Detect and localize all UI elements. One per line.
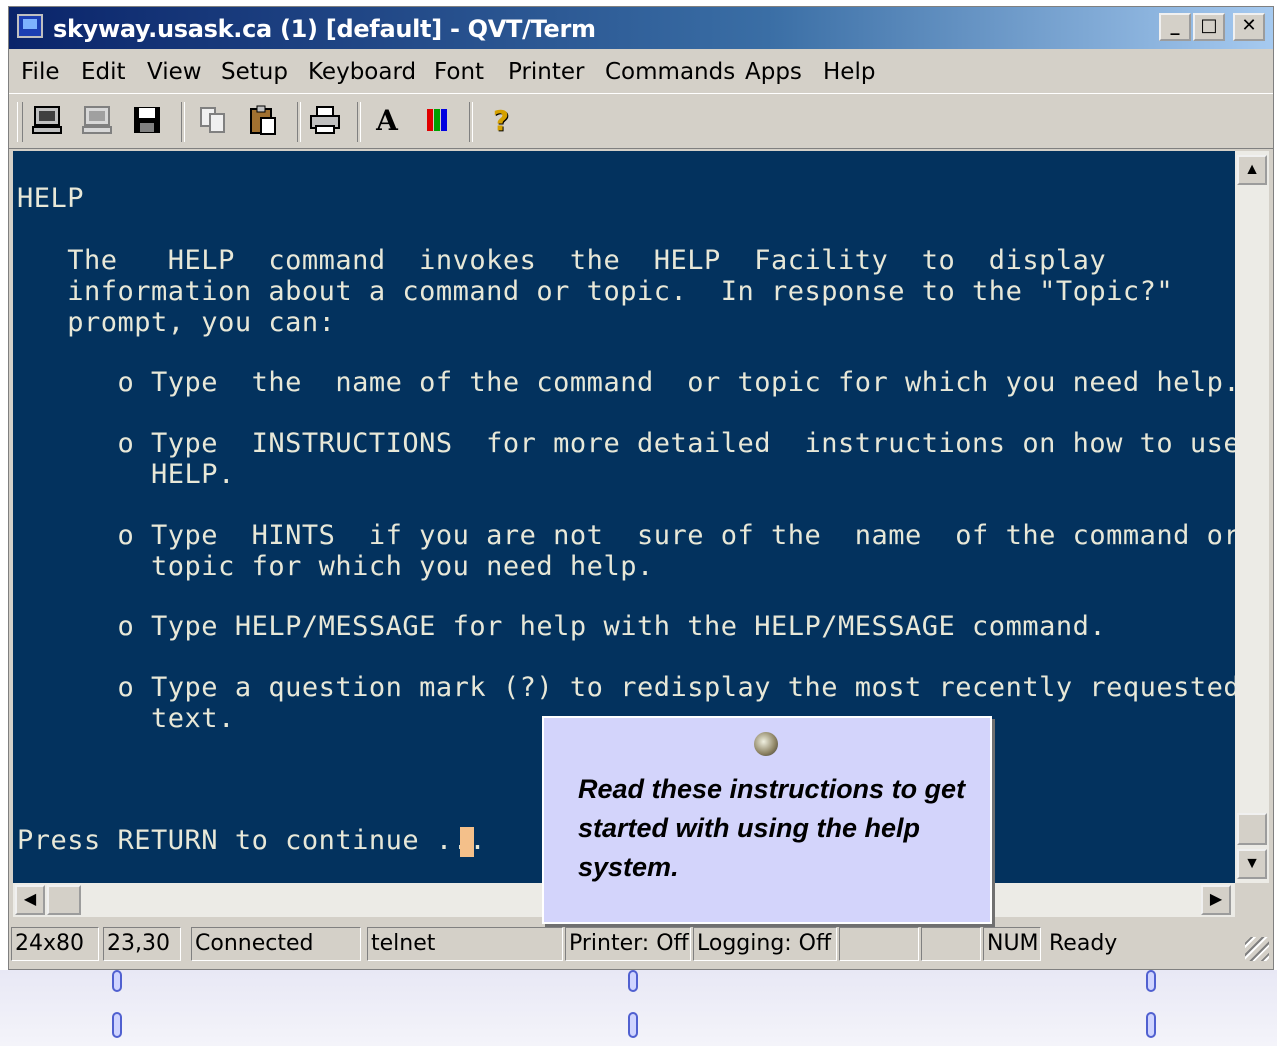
paste-icon[interactable] xyxy=(245,104,281,138)
menu-file[interactable]: File xyxy=(21,59,60,85)
app-icon[interactable] xyxy=(17,14,43,38)
status-size: 24x80 xyxy=(11,927,99,961)
pushpin-icon xyxy=(754,732,778,756)
window-title: skyway.usask.ca (1) [default] - QVT/Term xyxy=(53,15,596,43)
menu-printer[interactable]: Printer xyxy=(508,59,585,85)
toolbar-separator xyxy=(357,102,361,142)
status-connection: Connected xyxy=(191,927,361,961)
terminal-line: o Type INSTRUCTIONS for more detailed in… xyxy=(17,428,1235,459)
font-icon[interactable]: A xyxy=(369,104,405,138)
text-cursor xyxy=(460,827,474,857)
scroll-thumb[interactable] xyxy=(1237,813,1267,845)
pin-marker xyxy=(628,970,638,992)
menu-help[interactable]: Help xyxy=(823,59,875,85)
close-button[interactable]: ✕ xyxy=(1233,13,1265,41)
toolbar-separator xyxy=(181,102,185,142)
menu-keyboard[interactable]: Keyboard xyxy=(308,59,416,85)
print-icon[interactable] xyxy=(307,104,343,138)
terminal-line: o Type the name of the command or topic … xyxy=(17,367,1235,398)
terminal-line: text. xyxy=(17,703,235,734)
scroll-right-button[interactable]: ▶ xyxy=(1201,885,1231,915)
status-ready: Ready xyxy=(1049,931,1118,956)
menu-font[interactable]: Font xyxy=(434,59,484,85)
terminal-line: prompt, you can: xyxy=(17,307,336,338)
status-protocol: telnet xyxy=(367,927,563,961)
title-bar[interactable]: skyway.usask.ca (1) [default] - QVT/Term… xyxy=(9,7,1273,49)
tutorial-callout: Read these instructions to get started w… xyxy=(542,716,992,924)
scroll-up-button[interactable]: ▲ xyxy=(1237,155,1267,185)
resize-grip[interactable] xyxy=(1245,937,1269,961)
scroll-down-button[interactable]: ▼ xyxy=(1237,849,1267,879)
toolbar-separator xyxy=(469,102,473,142)
menu-edit[interactable]: Edit xyxy=(81,59,126,85)
horizontal-scroll-thumb[interactable] xyxy=(47,885,81,915)
status-blank-1 xyxy=(839,927,919,961)
status-logging: Logging: Off xyxy=(693,927,837,961)
vertical-scrollbar[interactable]: ▲ ▼ xyxy=(1235,151,1269,883)
help-icon[interactable]: ? xyxy=(483,104,519,138)
toolbar-grip[interactable] xyxy=(17,102,23,142)
menu-bar: File Edit View Setup Keyboard Font Print… xyxy=(9,51,1273,91)
terminal-line: o Type HELP/MESSAGE for help with the HE… xyxy=(17,611,1107,642)
menu-view[interactable]: View xyxy=(147,59,202,85)
pin-marker xyxy=(112,1012,122,1038)
terminal-line: HELP xyxy=(17,183,85,214)
status-blank-2 xyxy=(921,927,981,961)
terminal-icon[interactable] xyxy=(29,104,65,138)
copy-icon[interactable] xyxy=(195,104,231,138)
pin-marker xyxy=(1146,970,1156,992)
scroll-left-button[interactable]: ◀ xyxy=(15,885,45,915)
menu-commands[interactable]: Commands xyxy=(605,59,735,85)
status-cursor-position: 23,30 xyxy=(103,927,181,961)
maximize-button[interactable]: □ xyxy=(1193,13,1225,41)
terminal-line: topic for which you need help. xyxy=(17,551,654,582)
terminal-prompt: Press RETURN to continue ... xyxy=(17,825,503,856)
terminal-line: o Type a question mark (?) to redisplay … xyxy=(17,672,1235,703)
background-area xyxy=(0,970,1277,1046)
pin-marker xyxy=(112,970,122,992)
disconnect-icon[interactable] xyxy=(79,104,115,138)
menu-apps[interactable]: Apps xyxy=(745,59,802,85)
pin-marker xyxy=(628,1012,638,1038)
status-printer: Printer: Off xyxy=(565,927,691,961)
terminal-line: The HELP command invokes the HELP Facili… xyxy=(17,245,1107,276)
status-num-lock: NUM xyxy=(983,927,1041,961)
terminal-line: o Type HINTS if you are not sure of the … xyxy=(17,520,1235,551)
terminal-line: information about a command or topic. In… xyxy=(17,276,1174,307)
color-icon[interactable] xyxy=(419,104,455,138)
status-bar: 24x80 23,30 Connected telnet Printer: Of… xyxy=(9,923,1273,965)
terminal-line: HELP. xyxy=(17,459,235,490)
menu-setup[interactable]: Setup xyxy=(221,59,288,85)
minimize-button[interactable]: _ xyxy=(1159,13,1191,41)
toolbar: A ? xyxy=(9,93,1273,149)
callout-text: Read these instructions to get started w… xyxy=(578,774,966,882)
pin-marker xyxy=(1146,1012,1156,1038)
toolbar-separator xyxy=(297,102,301,142)
save-icon[interactable] xyxy=(129,104,165,138)
